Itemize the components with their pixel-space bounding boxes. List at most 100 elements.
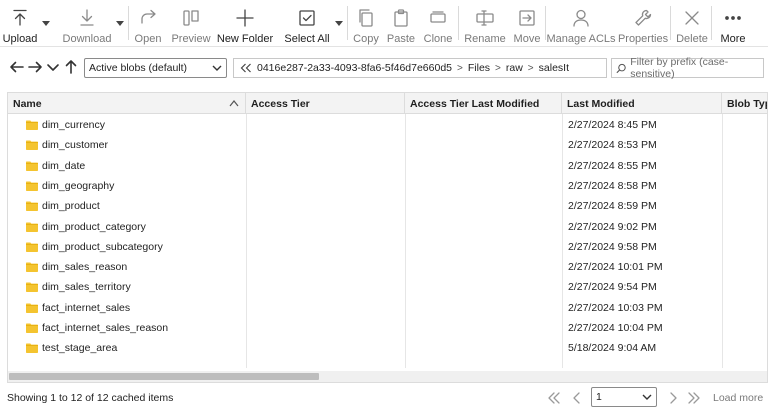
folder-name: dim_product_category [42,220,146,233]
folder-icon [26,120,38,130]
page-number: 1 [596,391,602,403]
table-row[interactable]: dim_sales_territory 2/27/2024 9:54 PM [8,277,767,297]
toolbar-divider [458,6,459,40]
double-chevron-left-icon[interactable] [240,63,252,73]
delete-button[interactable]: Delete [675,0,709,47]
folder-icon [26,343,38,354]
properties-label: Properties [617,33,669,45]
column-header-access-tier[interactable]: Access Tier [246,93,405,114]
paste-label: Paste [386,33,416,45]
manage-acls-button[interactable]: Manage ACLs [546,0,616,47]
name-cell: dim_sales_territory [8,277,246,297]
copy-label: Copy [353,33,379,45]
filter-placeholder: Filter by prefix (case-sensitive) [630,56,729,80]
move-button[interactable]: Move [511,0,543,47]
folder-icon [26,161,38,171]
open-redo-icon [141,9,156,24]
download-button[interactable]: Download [60,0,114,47]
column-header-last-modified[interactable]: Last Modified [562,93,722,114]
horizontal-scrollbar[interactable] [8,371,767,382]
table-row[interactable]: fact_internet_sales 2/27/2024 10:03 PM [8,298,767,318]
recent-locations-button[interactable] [45,59,61,75]
open-button[interactable]: Open [131,0,165,47]
chevron-down-icon [42,21,50,26]
toolbar-divider [711,6,712,40]
column-header-blob-type[interactable]: Blob Type [722,93,767,114]
upload-button[interactable]: Upload [0,0,40,47]
name-cell: dim_customer [8,135,246,155]
next-page-button[interactable] [666,391,680,405]
delete-label: Delete [676,33,708,45]
table-row[interactable]: dim_geography 2/27/2024 8:58 PM [8,176,767,196]
table-row[interactable]: dim_product_subcategory 2/27/2024 9:58 PM [8,237,767,257]
breadcrumb-separator-icon: > [495,62,501,74]
breadcrumb-separator-icon: > [527,62,534,74]
folder-name: dim_date [42,159,86,172]
blob-filter-select[interactable]: Active blobs (default) [84,58,227,78]
chevron-right-icon [670,392,677,404]
rename-button[interactable]: Rename [463,0,507,47]
folder-name: dim_sales_territory [42,281,131,294]
last-page-button[interactable] [687,391,701,405]
table-row[interactable]: dim_currency 2/27/2024 8:45 PM [8,115,767,135]
folder-icon [26,222,38,232]
blob-list-grid: Name Access Tier Access Tier Last Modifi… [7,92,768,383]
clone-button[interactable]: Clone [420,0,456,47]
load-more-button[interactable]: Load more [713,392,763,404]
rename-icon [476,10,494,26]
breadcrumb-item-salesit[interactable]: salesIt [539,62,569,74]
select-all-label: Select All [284,33,330,45]
scrollbar-thumb[interactable] [9,373,319,380]
table-row[interactable]: fact_internet_sales_reason 2/27/2024 10:0… [8,318,767,338]
table-row[interactable]: dim_date 2/27/2024 8:55 PM [8,156,767,176]
table-row[interactable]: dim_product 2/27/2024 8:59 PM [8,196,767,216]
more-button[interactable]: More [716,0,750,47]
copy-button[interactable]: Copy [350,0,382,47]
table-row[interactable]: dim_product_category 2/27/2024 9:02 PM [8,217,767,237]
column-header-name[interactable]: Name [8,93,246,114]
folder-icon [26,201,38,212]
forward-button[interactable] [27,59,43,75]
filter-input[interactable]: Filter by prefix (case-sensitive) [611,56,764,80]
folder-name: dim_currency [42,119,106,131]
upload-label: Upload [2,33,38,45]
download-dropdown-caret[interactable] [114,0,126,47]
folder-icon [26,242,38,252]
up-level-button[interactable] [63,59,79,75]
double-chevron-left-icon [548,392,560,404]
table-row[interactable]: dim_customer 2/27/2024 8:53 PM [8,135,767,155]
column-header-label: Blob Type [727,97,767,110]
last-modified-cell: 2/27/2024 9:58 PM [568,240,657,253]
first-page-button[interactable] [547,391,561,405]
double-chevron-right-icon [688,392,700,404]
table-row[interactable]: dim_sales_reason 2/27/2024 10:01 PM [8,257,767,277]
navigation-bar: Active blobs (default) 0416e287-2a33-409… [0,56,768,80]
folder-icon [26,323,38,333]
copy-icon [359,9,373,27]
name-cell: dim_product_category [8,217,246,237]
paste-button[interactable]: Paste [384,0,418,47]
last-modified-cell: 2/27/2024 8:55 PM [568,159,657,172]
preview-button[interactable]: Preview [169,0,213,47]
upload-dropdown-caret[interactable] [40,0,52,47]
new-folder-button[interactable]: New Folder [217,0,273,47]
folder-icon [26,140,38,151]
breadcrumb-item-container[interactable]: 0416e287-2a33-4093-8fa6-5f46d7e660d5 [257,62,452,74]
page-select[interactable]: 1 [591,387,657,407]
folder-name: dim_sales_reason [42,261,128,274]
toolbar: Upload Download Open Preview New Folder … [0,0,768,47]
arrow-up-icon [65,60,77,74]
column-header-access-tier-last-modified[interactable]: Access Tier Last Modified [405,93,562,114]
select-all-button[interactable]: Select All [281,0,333,47]
person-icon [573,9,589,27]
rename-label: Rename [464,33,506,45]
table-row[interactable]: test_stage_area 5/18/2024 9:04 AM [8,338,767,358]
breadcrumb-item-files[interactable]: Files [468,62,490,74]
previous-page-button[interactable] [570,391,584,405]
move-label: Move [513,33,541,45]
select-all-dropdown-caret[interactable] [333,0,345,47]
properties-button[interactable]: Properties [618,0,668,47]
back-button[interactable] [9,59,25,75]
folder-name: dim_customer [42,139,108,152]
breadcrumb-item-raw[interactable]: raw [506,62,523,74]
